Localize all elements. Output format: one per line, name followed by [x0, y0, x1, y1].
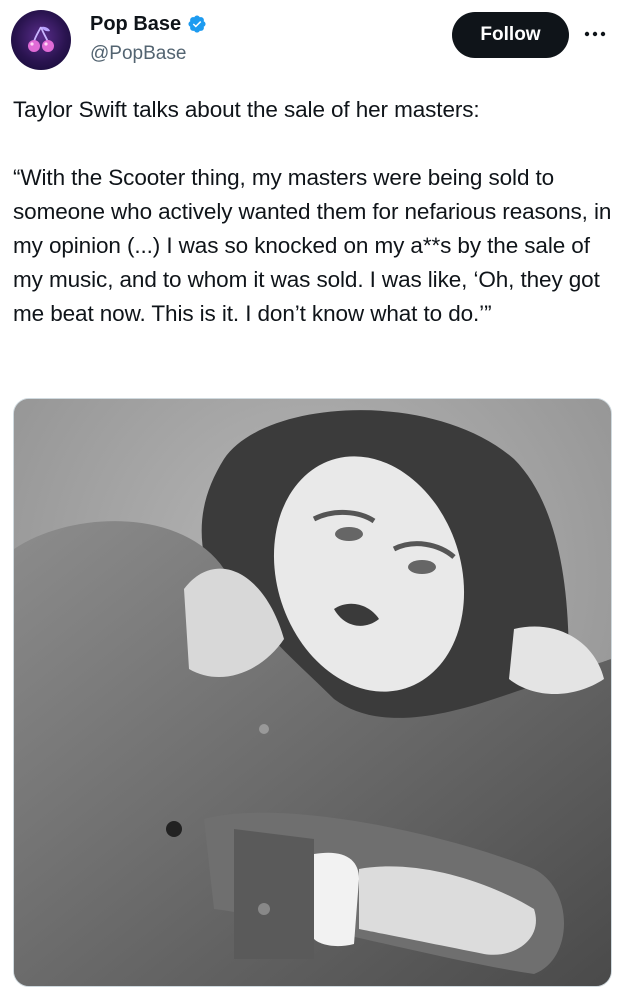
portrait-image — [14, 399, 611, 986]
verified-badge-icon — [188, 15, 206, 33]
tweet-photo[interactable] — [13, 398, 612, 987]
author-name-row: Pop Base — [90, 12, 207, 36]
avatar[interactable] — [11, 10, 71, 70]
cherry-logo-icon — [28, 26, 54, 52]
tweet-text: Taylor Swift talks about the sale of her… — [13, 97, 612, 326]
more-options-button[interactable] — [580, 22, 610, 46]
user-handle[interactable]: @PopBase — [90, 42, 186, 66]
display-name[interactable]: Pop Base — [90, 12, 181, 36]
follow-button[interactable]: Follow — [452, 12, 569, 58]
more-horizontal-icon — [584, 31, 606, 37]
